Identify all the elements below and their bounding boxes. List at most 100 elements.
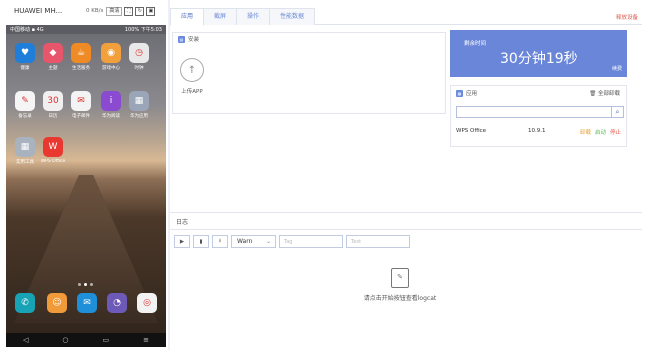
app-icon: ▦ — [15, 137, 35, 157]
page-dot — [90, 283, 93, 286]
app-label: 生活服务 — [72, 66, 90, 71]
app-version: 10.9.1 — [528, 128, 546, 134]
phone-nav-bar: ◁ ○ ▭ ≡ — [6, 333, 166, 347]
network-speed: 0 KB/s — [86, 8, 104, 14]
app-icon: ▦ — [129, 91, 149, 111]
app-icon: i — [101, 91, 121, 111]
app-icon-tile[interactable]: W WPS Office — [40, 137, 66, 164]
uninstall-all-button[interactable]: 🗑 全部卸载 — [589, 89, 620, 97]
app-icon: W — [43, 137, 63, 157]
app-icon-tile[interactable]: ✎ 备忘录 — [12, 91, 38, 119]
app-icon: ☺ — [47, 293, 67, 313]
log-title: 日志 — [176, 219, 189, 226]
recent-apps-icon[interactable]: ▭ — [103, 336, 110, 344]
app-icon-tile[interactable]: ♥ 健康 — [12, 43, 38, 71]
device-panel: HUAWEI MH... 0 KB/s 高清 ⛶ ↻ ▣ 中国移动 ▪ 4G 1… — [0, 0, 168, 350]
tab-screenshot[interactable]: 截屏 — [203, 8, 238, 25]
refresh-icon[interactable]: ↻ — [135, 6, 145, 16]
app-icon-tile[interactable]: ◷ 时钟 — [126, 43, 152, 71]
play-icon[interactable]: ▶ — [174, 235, 190, 248]
apps-panel: ▦ 应用 🗑 全部卸载 ⌕ WPS Office 10.9.1 卸载 启动 停止 — [450, 85, 627, 147]
app-icon-tile[interactable]: ✉ 电子邮件 — [68, 91, 94, 119]
app-uninstall-button[interactable]: 卸载 — [580, 128, 591, 136]
app-start-button[interactable]: 启动 — [595, 128, 606, 136]
app-icon: ✆ — [15, 293, 35, 313]
page-indicator — [78, 283, 93, 286]
app-label: 备忘录 — [18, 114, 32, 119]
app-icon-tile[interactable]: ◔ — [104, 293, 130, 313]
app-icon-tile[interactable]: ▦ 实用工具 — [12, 137, 38, 165]
install-header: ▤ 安装 — [173, 33, 445, 45]
apps-title: 应用 — [466, 91, 478, 97]
chevron-down-icon: ⌄ — [265, 238, 271, 245]
device-name: HUAWEI MH... — [14, 7, 63, 15]
app-icon: 30 — [43, 91, 63, 111]
log-panel: 日志 ▶ ▮ ⭳ Warn ⌄ Tag Text ✎ 请点击开始按钮查看logca… — [170, 212, 642, 350]
app-label: 电子邮件 — [72, 114, 90, 119]
quality-select[interactable]: 高清 — [106, 6, 123, 16]
download-icon[interactable]: ⭳ — [212, 235, 228, 248]
app-icon: ✎ — [15, 91, 35, 111]
app-icon: ✉ — [77, 293, 97, 313]
app-label: 主题 — [48, 66, 58, 71]
app-icon-tile[interactable]: ✉ — [74, 293, 100, 313]
app-icon: ◉ — [101, 43, 121, 63]
log-empty-text: 请点击开始按钮查看logcat — [363, 295, 437, 302]
page-dot — [84, 283, 87, 286]
app-icon-tile[interactable]: ◎ — [134, 293, 160, 313]
clear-icon[interactable]: ▮ — [193, 235, 209, 248]
app-search-input[interactable] — [456, 106, 612, 118]
tab-performance[interactable]: 性能数据 — [269, 8, 316, 25]
apps-icon: ▦ — [456, 89, 463, 97]
back-icon[interactable]: ◁ — [23, 336, 28, 344]
fullscreen-icon[interactable]: ⛶ — [124, 6, 134, 16]
home-icon[interactable]: ○ — [62, 336, 68, 344]
menu-icon[interactable]: ≡ — [143, 336, 149, 344]
release-device-link[interactable]: 释放设备 — [616, 13, 638, 21]
tab-apps[interactable]: 应用 — [170, 8, 205, 26]
status-carrier: 中国移动 ▪ 4G — [10, 27, 44, 33]
app-icon: ◷ — [129, 43, 149, 63]
uninstall-all-label: 全部卸载 — [597, 91, 620, 97]
app-icon-tile[interactable]: i 华为阅读 — [98, 91, 124, 119]
log-level-select[interactable]: Warn ⌄ — [231, 235, 276, 248]
log-divider — [170, 229, 642, 230]
app-stop-button[interactable]: 停止 — [610, 128, 621, 136]
renew-link[interactable]: 续费 — [612, 65, 622, 72]
log-toolbar: ▶ ▮ ⭳ Warn ⌄ Tag Text — [174, 235, 410, 248]
app-icon-tile[interactable]: ▦ 华为应用 — [126, 91, 152, 119]
app-search: ⌕ — [456, 106, 624, 118]
screenshot-icon[interactable]: ▣ — [146, 6, 156, 16]
text-filter-input[interactable]: Text — [346, 235, 410, 248]
remaining-time-card: 剩余时间 30分钟19秒 续费 — [450, 30, 627, 77]
app-label: WPS Office — [40, 159, 66, 164]
upload-app-button[interactable]: ↑ 上传APP — [180, 58, 204, 95]
log-empty-state: ✎ 请点击开始按钮查看logcat — [345, 268, 455, 302]
tab-bar: 应用 截屏 操作 性能数据 — [170, 8, 642, 26]
page-dot — [78, 283, 81, 286]
app-icon-tile[interactable]: ✆ — [12, 293, 38, 313]
app-icon: ✉ — [71, 91, 91, 111]
app-icon-tile[interactable]: ◆ 主题 — [40, 43, 66, 71]
app-icon-tile[interactable]: ◉ 游戏中心 — [98, 43, 124, 71]
phone-screen[interactable]: 中国移动 ▪ 4G 100% 下午5:03 ♥ 健康 ◆ 主题 ☕ 生活服务 ◉ 游戏中心 ◷ 时… — [6, 25, 166, 347]
app-label: 健康 — [20, 66, 30, 71]
app-label: 时钟 — [134, 66, 144, 71]
tag-filter-input[interactable]: Tag — [279, 235, 343, 248]
apps-header: ▦ 应用 🗑 全部卸载 — [451, 86, 626, 98]
tab-operation[interactable]: 操作 — [236, 8, 271, 25]
app-icon-tile[interactable]: 30 日历 — [40, 91, 66, 119]
time-label: 剩余时间 — [464, 41, 487, 47]
app-label: 日历 — [48, 114, 58, 119]
cloud-upload-icon: ↑ — [180, 58, 204, 82]
phone-status-bar: 中国移动 ▪ 4G 100% 下午5:03 — [6, 25, 166, 34]
app-icon: ◔ — [107, 293, 127, 313]
app-icon-tile[interactable]: ☕ 生活服务 — [68, 43, 94, 71]
trash-icon: 🗑 — [589, 91, 597, 97]
time-value: 30分钟19秒 — [500, 51, 578, 67]
app-label: 华为阅读 — [102, 114, 120, 119]
install-panel: ▤ 安装 ↑ 上传APP — [172, 32, 446, 114]
search-icon[interactable]: ⌕ — [612, 106, 624, 118]
upload-label: 上传APP — [181, 89, 203, 95]
app-icon-tile[interactable]: ☺ — [44, 293, 70, 313]
